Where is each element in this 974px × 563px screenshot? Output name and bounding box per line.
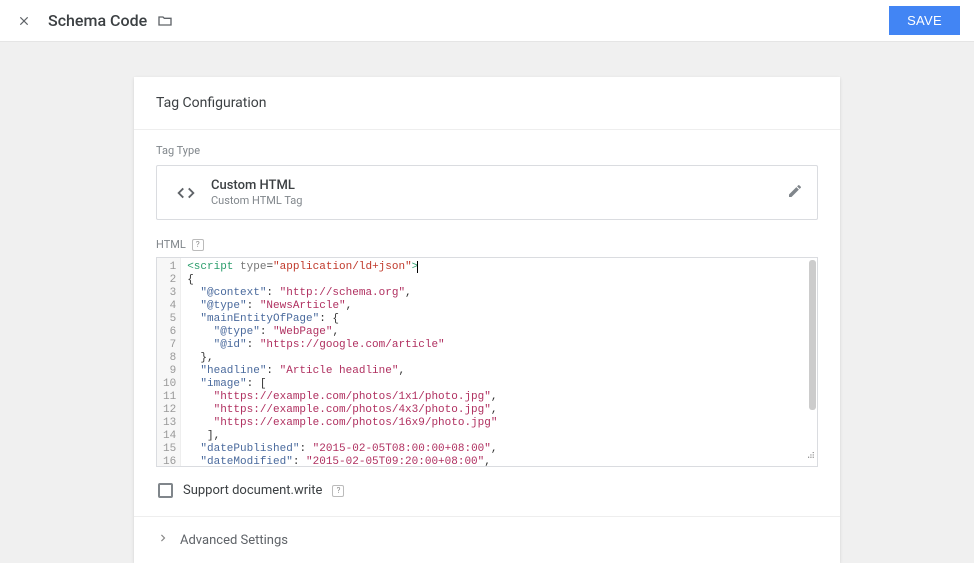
scrollbar-thumb[interactable] <box>809 260 816 410</box>
config-panel: Tag Configuration Tag Type Custom HTML C… <box>134 77 840 563</box>
advanced-settings-label: Advanced Settings <box>180 533 288 548</box>
help-icon[interactable]: ? <box>192 239 204 251</box>
tag-type-label: Tag Type <box>156 144 818 157</box>
resize-handle-icon[interactable] <box>801 445 815 464</box>
folder-icon[interactable] <box>157 13 173 29</box>
tag-type-card[interactable]: Custom HTML Custom HTML Tag <box>156 165 818 220</box>
pencil-icon[interactable] <box>787 183 803 203</box>
panel-title: Tag Configuration <box>134 77 840 130</box>
close-icon[interactable] <box>14 11 34 31</box>
page-title: Schema Code <box>48 11 147 30</box>
chevron-right-icon <box>156 531 170 549</box>
document-write-label: Support document.write <box>183 483 322 498</box>
document-write-checkbox-row: Support document.write ? <box>158 483 818 498</box>
tag-type-sub: Custom HTML Tag <box>211 194 787 207</box>
html-field-label: HTML ? <box>156 238 818 251</box>
code-brackets-icon <box>171 182 201 204</box>
top-bar: Schema Code SAVE <box>0 0 974 42</box>
save-button[interactable]: SAVE <box>889 6 960 35</box>
html-code-editor[interactable]: 12345678910111213141516171819 <script ty… <box>156 257 818 467</box>
document-write-checkbox[interactable] <box>158 483 173 498</box>
help-icon[interactable]: ? <box>332 485 344 497</box>
advanced-settings-toggle[interactable]: Advanced Settings <box>134 516 840 563</box>
tag-type-name: Custom HTML <box>211 178 787 193</box>
